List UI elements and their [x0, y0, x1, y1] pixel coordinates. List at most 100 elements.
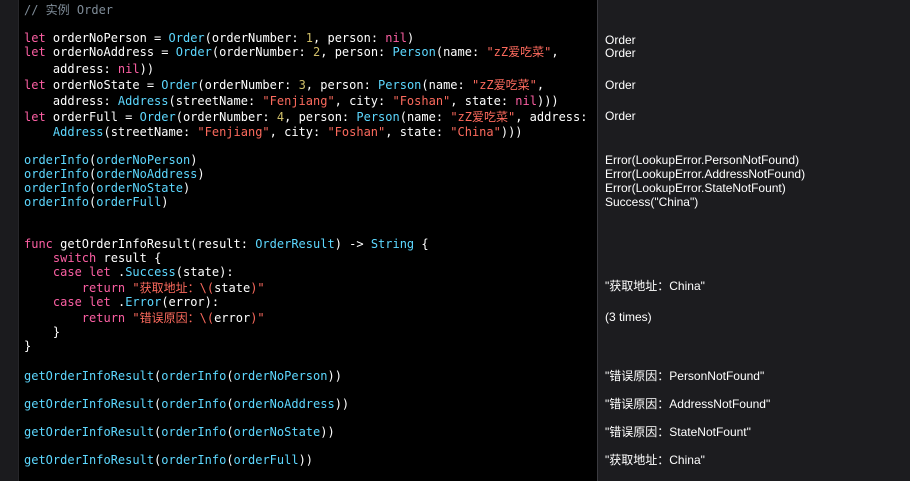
code-token-type: Person [356, 110, 400, 124]
code-token-type: orderInfo [161, 425, 227, 439]
code-token-type: Error [125, 295, 162, 309]
code-token-number: 1 [305, 31, 314, 45]
code-token-type: orderInfo [161, 397, 227, 411]
result-value[interactable]: "错误原因：StateNotFount" [605, 425, 751, 439]
code-line[interactable]: switch result { [24, 251, 161, 265]
code-line[interactable]: getOrderInfoResult(orderInfo(orderFull)) [24, 453, 313, 467]
result-value[interactable]: Error(LookupError.StateNotFount) [605, 181, 786, 195]
code-token-type: orderNoAddress [233, 397, 335, 411]
code-line[interactable]: let orderFull = Order(orderNumber: 4, pe… [24, 110, 587, 124]
code-line[interactable]: let orderNoAddress = Order(orderNumber: … [24, 45, 559, 59]
code-token-plain: ( [226, 369, 234, 383]
code-token-plain: (state): [175, 265, 234, 279]
code-token-plain: } [24, 339, 32, 353]
code-line[interactable]: getOrderInfoResult(orderInfo(orderNoStat… [24, 425, 335, 439]
code-line[interactable]: case let .Error(error): [24, 295, 219, 309]
code-token-plain: , person: [320, 45, 393, 59]
code-token-string: "zZ爱吃菜" [450, 110, 516, 124]
code-token-plain: , person: [305, 78, 379, 92]
code-token-plain: (name: [435, 45, 487, 59]
code-line[interactable]: let orderNoState = Order(orderNumber: 3,… [24, 78, 544, 92]
code-token-plain: )) [320, 425, 335, 439]
result-value[interactable]: Order [605, 78, 636, 92]
code-line[interactable]: func getOrderInfoResult(result: OrderRes… [24, 237, 429, 251]
result-value[interactable]: Order [605, 109, 636, 123]
code-token-string: "获取地址：\( [132, 281, 215, 295]
code-token-type: Order [175, 45, 212, 59]
code-line[interactable]: } [24, 339, 31, 353]
result-value[interactable]: "错误原因：AddressNotFound" [605, 397, 770, 411]
code-token-plain: error [214, 311, 251, 325]
code-token-type: orderNoState [233, 425, 321, 439]
code-token-plain: , address: [515, 110, 588, 124]
result-value[interactable]: Error(LookupError.AddressNotFound) [605, 167, 805, 181]
code-token-plain: (orderNumber: [175, 110, 277, 124]
result-value[interactable]: (3 times) [605, 310, 652, 324]
code-token-plain: , city: [269, 125, 328, 139]
code-token-plain: (orderNumber: [211, 45, 314, 59]
code-line[interactable]: case let .Success(state): [24, 265, 234, 279]
code-line[interactable]: address: nil)) [24, 62, 154, 76]
code-token-type: getOrderInfoResult [24, 369, 155, 383]
code-token-plain: (streetName: [168, 94, 263, 108]
code-line[interactable]: orderInfo(orderNoState) [24, 181, 190, 195]
code-token-string: "Fenjiang" [262, 94, 335, 108]
code-token-type: Address [52, 125, 104, 139]
code-token-string: "Foshan" [392, 94, 451, 108]
code-token-type: orderNoPerson [233, 369, 328, 383]
result-value[interactable]: "获取地址：China" [605, 453, 705, 467]
code-token-type: String [370, 237, 415, 251]
code-token-keyword: let [24, 45, 46, 59]
code-line[interactable]: getOrderInfoResult(orderInfo(orderNoAddr… [24, 397, 349, 411]
code-token-keyword: nil [117, 62, 140, 76]
code-line[interactable]: orderInfo(orderNoPerson) [24, 153, 197, 167]
code-line[interactable]: orderInfo(orderNoAddress) [24, 167, 205, 181]
code-line[interactable]: let orderNoPerson = Order(orderNumber: 1… [24, 31, 414, 45]
code-token-keyword: switch [52, 251, 97, 265]
result-value[interactable]: Order [605, 33, 636, 47]
code-editor[interactable]: // 实例 Order let orderNoPerson = Order(ord… [19, 0, 597, 481]
code-line[interactable]: // 实例 Order [24, 3, 113, 17]
result-value[interactable]: Success("China") [605, 195, 698, 209]
playground-window: // 实例 Order let orderNoPerson = Order(ord… [0, 0, 910, 481]
code-token-plain: )) [139, 62, 155, 76]
code-token-type: Address [117, 94, 169, 108]
result-value[interactable]: "获取地址：China" [605, 279, 705, 293]
code-line[interactable]: } [24, 325, 60, 339]
result-value[interactable]: "错误原因：PersonNotFound" [605, 369, 764, 383]
code-token-string: "Fenjiang" [197, 125, 270, 139]
code-line[interactable]: getOrderInfoResult(orderInfo(orderNoPers… [24, 369, 342, 383]
code-token-plain: , state: [385, 125, 451, 139]
code-token-plain: orderFull = [45, 110, 140, 124]
code-token-type: Order [161, 78, 198, 92]
code-token-plain: ))) [500, 125, 523, 139]
code-token-plain: , person: [284, 110, 357, 124]
code-token-plain: , [551, 45, 559, 59]
code-token-keyword: return [81, 311, 126, 325]
code-token-keyword: let [89, 295, 111, 309]
code-line[interactable]: return "错误原因：\(error)" [24, 311, 265, 325]
code-token-keyword: let [24, 31, 46, 45]
code-token-type: getOrderInfoResult [24, 425, 155, 439]
code-token-plain: . [110, 265, 126, 279]
result-value[interactable]: Error(LookupError.PersonNotFound) [605, 153, 799, 167]
code-token-plain: )) [298, 453, 314, 467]
code-line[interactable]: orderInfo(orderFull) [24, 195, 169, 209]
code-token-keyword: case [52, 265, 82, 279]
code-token-plain: , state: [450, 94, 516, 108]
code-token-keyword: let [24, 110, 46, 124]
code-token-type: getOrderInfoResult [24, 397, 155, 411]
code-line[interactable]: address: Address(streetName: "Fenjiang",… [24, 94, 559, 108]
code-token-plain: } [24, 325, 61, 339]
code-token-plain: getOrderInfoResult(result: [52, 237, 256, 251]
code-token-type: orderFull [96, 195, 162, 209]
code-line[interactable]: Address(streetName: "Fenjiang", city: "F… [24, 125, 523, 139]
result-value[interactable]: Order [605, 46, 636, 60]
code-token-string: "Foshan" [327, 125, 386, 139]
code-line[interactable]: return "获取地址：\(state)" [24, 281, 265, 295]
